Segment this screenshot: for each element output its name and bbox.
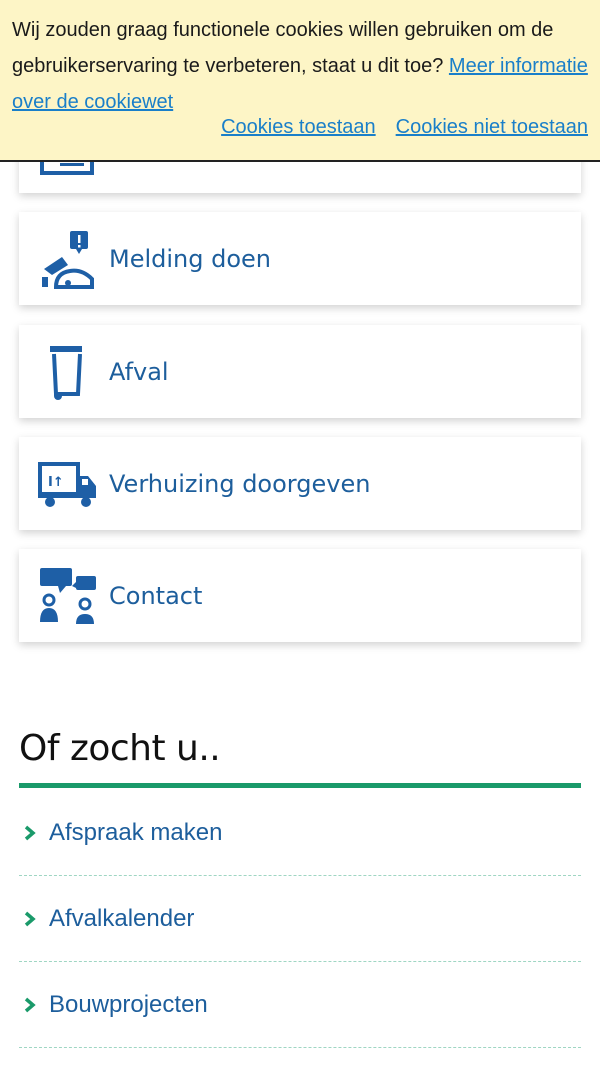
- allow-cookies-button[interactable]: Cookies toestaan: [221, 116, 376, 139]
- link-afspraak-maken[interactable]: Afspraak maken: [19, 790, 581, 876]
- deny-cookies-button[interactable]: Cookies niet toestaan: [396, 116, 588, 139]
- service-card-verhuizing[interactable]: I↑ Verhuizing doorgeven: [19, 437, 581, 530]
- service-card-label: Melding doen: [109, 244, 272, 273]
- chevron-right-icon: [19, 822, 41, 844]
- service-card-label: Contact: [109, 581, 203, 610]
- waste-bin-icon: [38, 342, 98, 402]
- service-card-label: Afval: [109, 357, 169, 386]
- link-label: Afvalkalender: [49, 904, 195, 932]
- link-label: Afspraak maken: [49, 818, 223, 846]
- link-bouwprojecten[interactable]: Bouwprojecten: [19, 962, 581, 1048]
- chevron-right-icon: [19, 994, 41, 1016]
- also-searched-title: Of zocht u..: [19, 728, 221, 769]
- service-card-contact[interactable]: Contact: [19, 549, 581, 642]
- service-card-afval[interactable]: Afval: [19, 325, 581, 418]
- cookie-banner: Wij zouden graag functionele cookies wil…: [0, 0, 600, 162]
- service-card-label: Verhuizing doorgeven: [109, 469, 371, 498]
- link-label: Bouwprojecten: [49, 990, 208, 1018]
- section-divider: [19, 783, 581, 788]
- link-afvalkalender[interactable]: Afvalkalender: [19, 876, 581, 962]
- chevron-right-icon: [19, 908, 41, 930]
- service-card-melding[interactable]: Melding doen: [19, 212, 581, 305]
- contact-people-icon: [38, 566, 98, 626]
- cookie-message: Wij zouden graag functionele cookies wil…: [12, 12, 588, 120]
- report-issue-icon: [38, 229, 98, 289]
- cookie-actions: Cookies toestaan Cookies niet toestaan: [221, 116, 588, 139]
- moving-truck-icon: I↑: [38, 454, 98, 514]
- svg-text:I↑: I↑: [48, 475, 64, 490]
